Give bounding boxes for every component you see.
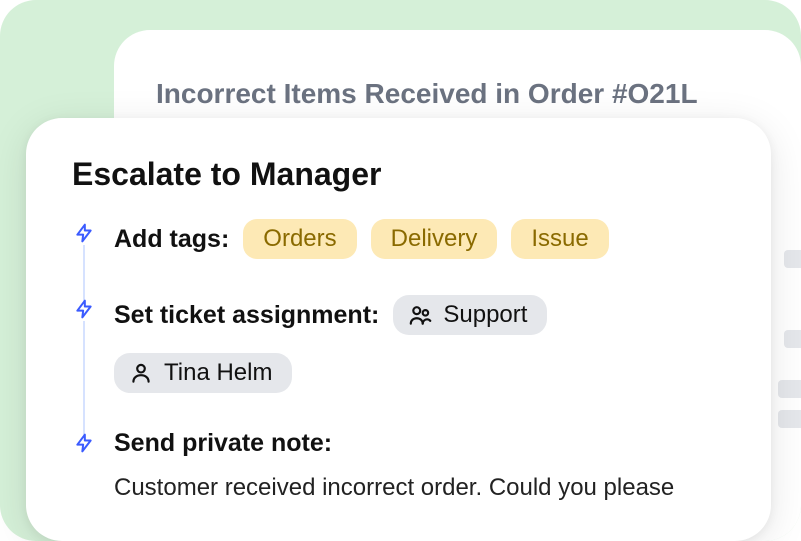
decorative-stripe	[784, 250, 801, 268]
tag-chip[interactable]: Orders	[243, 219, 356, 259]
users-icon	[407, 302, 433, 328]
escalate-modal: Escalate to Manager Add tags: Orders Del…	[26, 118, 771, 541]
tag-chip[interactable]: Issue	[511, 219, 608, 259]
person-chip[interactable]: Tina Helm	[114, 353, 292, 393]
ticket-title: Incorrect Items Received in Order #O21L	[156, 78, 698, 110]
modal-title: Escalate to Manager	[72, 156, 725, 193]
step-private-note: Send private note: Customer received inc…	[72, 429, 725, 540]
add-tags-label: Add tags:	[114, 225, 229, 254]
assignment-label: Set ticket assignment:	[114, 301, 379, 330]
person-chip-label: Tina Helm	[164, 359, 272, 387]
decorative-stripe	[778, 380, 801, 398]
group-chip[interactable]: Support	[393, 295, 547, 335]
lightning-icon	[72, 431, 96, 455]
user-icon	[128, 360, 154, 386]
private-note-label: Send private note:	[114, 429, 332, 458]
decorative-stripe	[778, 410, 801, 428]
lightning-icon	[72, 221, 96, 245]
step-connector	[83, 321, 85, 435]
private-note-body: Customer received incorrect order. Could…	[114, 472, 725, 504]
step-assignment: Set ticket assignment: Support Tina Helm	[72, 295, 725, 429]
step-connector	[83, 245, 85, 301]
tag-chip[interactable]: Delivery	[371, 219, 498, 259]
group-chip-label: Support	[443, 301, 527, 329]
decorative-stripe	[784, 330, 801, 348]
lightning-icon	[72, 297, 96, 321]
step-add-tags: Add tags: Orders Delivery Issue	[72, 219, 725, 295]
